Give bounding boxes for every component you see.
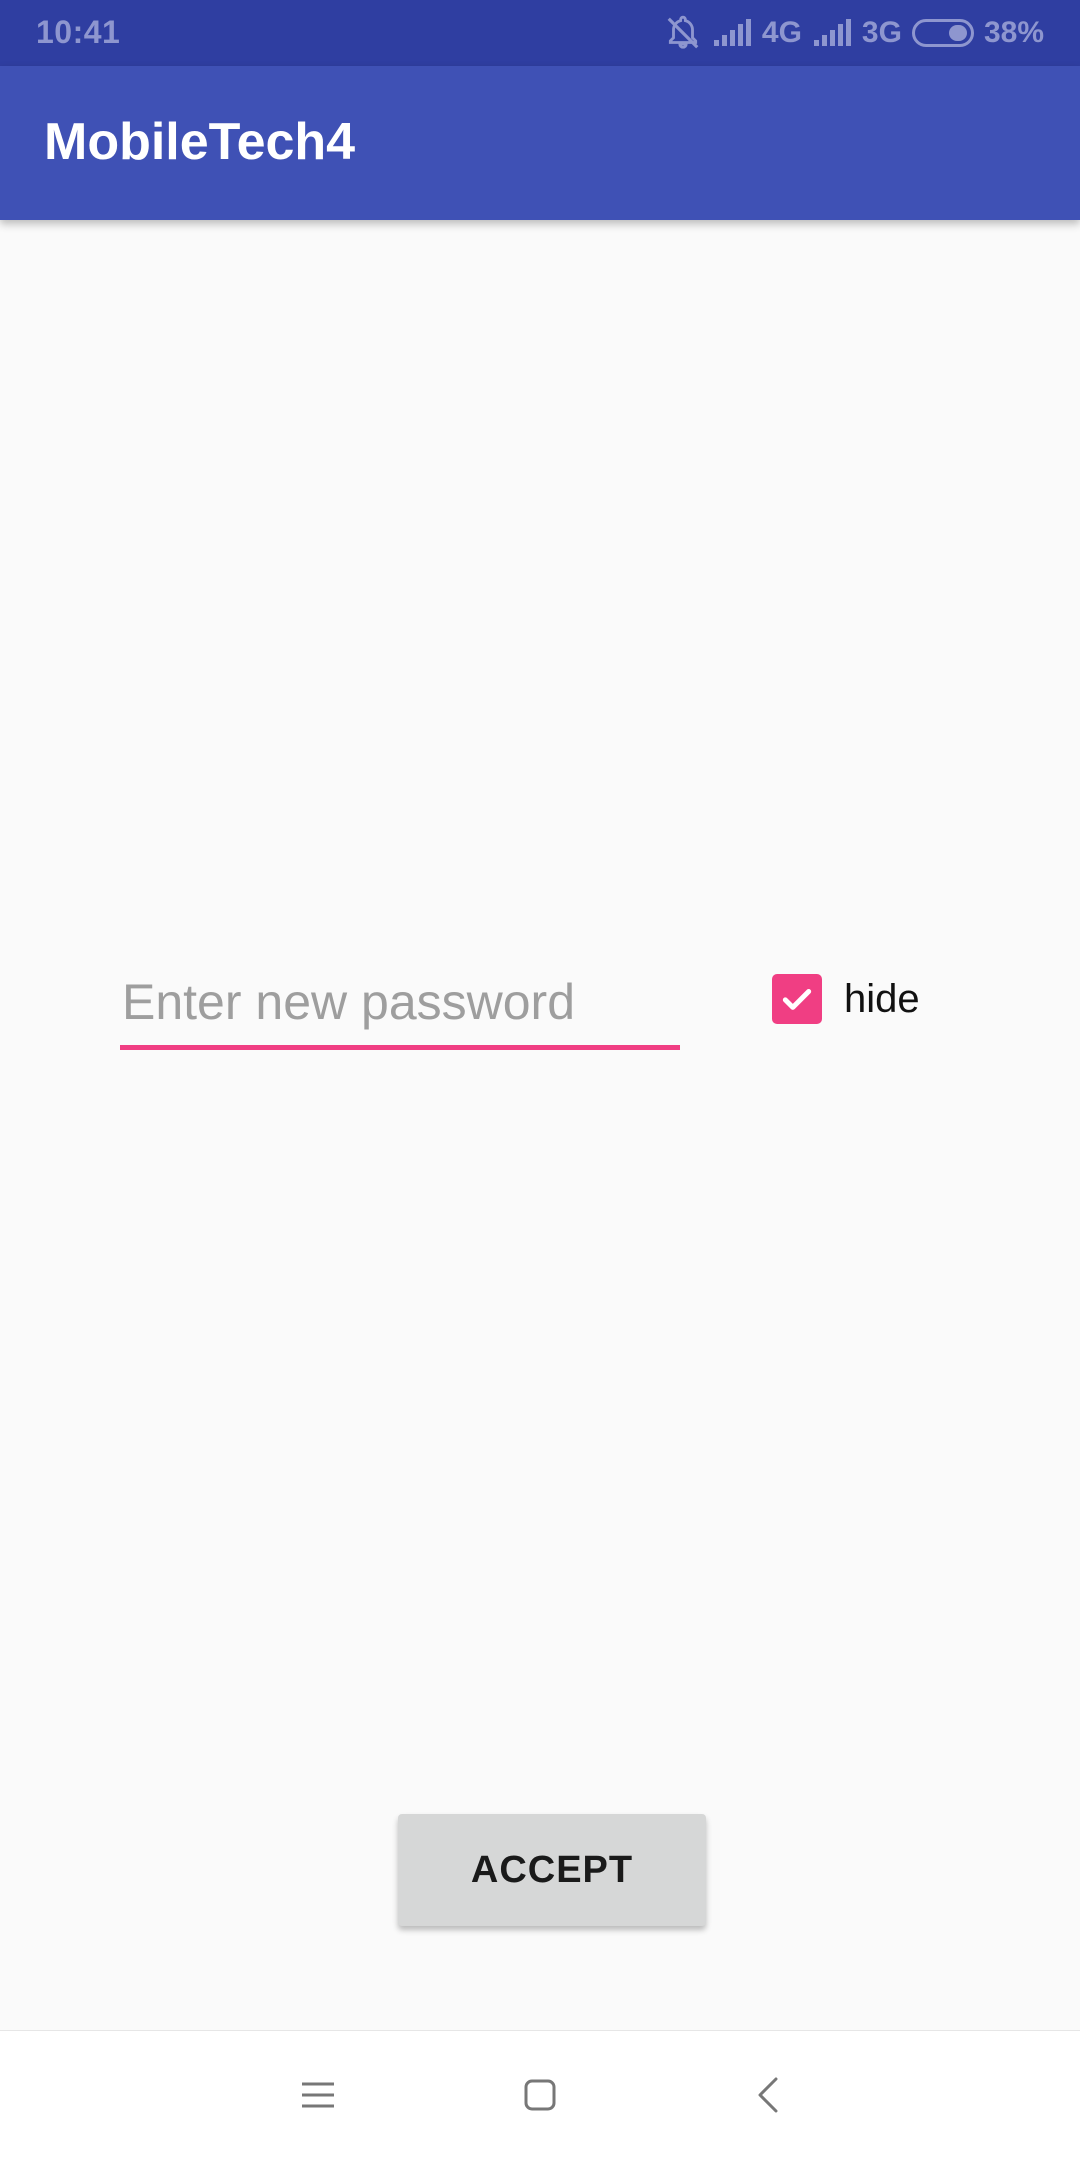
status-bar: 10:41 4G 3G 38% [0, 0, 1080, 66]
password-underline [120, 1045, 680, 1050]
checkbox-checked-icon[interactable] [772, 974, 822, 1024]
navigation-bar [0, 2030, 1080, 2160]
status-icons: 4G 3G 38% [664, 10, 1044, 56]
password-field [120, 960, 680, 1050]
notifications-off-icon [664, 14, 702, 52]
network-type-secondary: 3G [861, 16, 902, 49]
battery-icon [911, 19, 974, 47]
signal-icon [712, 18, 752, 48]
battery-percent: 38% [983, 16, 1044, 49]
home-icon[interactable] [510, 2065, 570, 2125]
menu-icon[interactable] [288, 2065, 348, 2125]
hide-checkbox[interactable]: hide [772, 974, 920, 1024]
accept-button[interactable]: ACCEPT [398, 1814, 706, 1926]
hide-label: hide [844, 976, 920, 1021]
app-bar: MobileTech4 [0, 66, 1080, 220]
signal-icon [812, 18, 852, 48]
password-input[interactable] [120, 960, 680, 1044]
network-type-primary: 4G [761, 16, 802, 49]
status-time: 10:41 [36, 14, 121, 50]
app-title: MobileTech4 [44, 113, 356, 171]
back-icon[interactable] [738, 2065, 798, 2125]
